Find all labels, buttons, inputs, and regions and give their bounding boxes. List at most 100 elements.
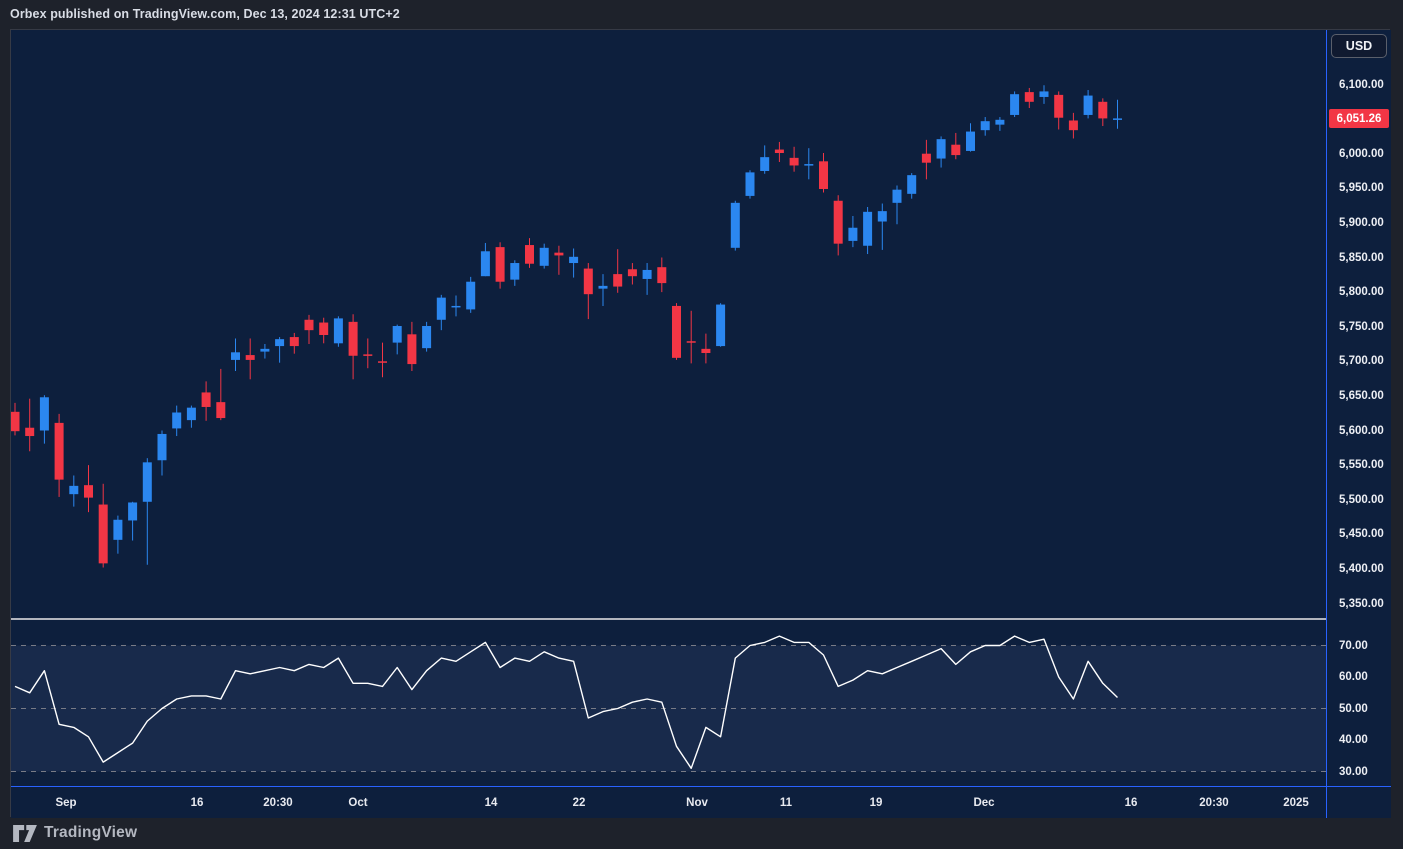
- candle-nov-29: [966, 123, 975, 151]
- candle-sep-24: [275, 337, 284, 363]
- candle-dec-9: [1054, 91, 1063, 129]
- time-axis-label: 14: [485, 797, 498, 809]
- candle-nov-21: [893, 186, 902, 225]
- time-axis-label: Dec: [973, 797, 994, 809]
- time-axis[interactable]: Sep1620:30Oct1422Nov1119Dec1620:302025: [11, 787, 1391, 818]
- candle-nov-14: [819, 153, 828, 192]
- candlestick-pane[interactable]: [11, 30, 1326, 618]
- candle-aug-30: [40, 395, 49, 443]
- time-axis-label: Nov: [686, 797, 708, 809]
- candle-sep-17: [202, 381, 211, 420]
- time-axis-label: 19: [870, 797, 883, 809]
- candle-nov-18: [848, 216, 857, 247]
- candle-nov-7: [746, 170, 755, 198]
- price-axis-label: 5,650.00: [1339, 390, 1384, 402]
- tradingview-logo-icon[interactable]: [13, 825, 37, 842]
- time-axis-label: 16: [191, 797, 204, 809]
- candle-oct-16: [510, 260, 519, 286]
- tradingview-wordmark[interactable]: TradingView: [44, 824, 137, 842]
- chart-widget: USD 6,051.26 6,100.006,000.005,950.005,9…: [10, 29, 1390, 817]
- currency-button[interactable]: USD: [1331, 34, 1387, 58]
- pane-separator-handle[interactable]: [11, 618, 1391, 620]
- rsi-axis-label: 40.00: [1339, 734, 1368, 746]
- candle-aug-29: [25, 399, 34, 452]
- candle-nov-6: [731, 201, 740, 251]
- candle-sep-30: [334, 316, 343, 346]
- candle-aug-28: [11, 403, 20, 436]
- candle-nov-22: [907, 173, 916, 199]
- candle-dec-10: [1069, 113, 1078, 139]
- candle-oct-22: [569, 249, 578, 278]
- footer-bar: TradingView: [0, 817, 1403, 849]
- rsi-pane[interactable]: [11, 620, 1326, 786]
- candle-oct-3: [378, 343, 387, 378]
- price-axis[interactable]: USD 6,051.26 6,100.006,000.005,950.005,9…: [1327, 30, 1391, 786]
- candle-dec-4: [1010, 91, 1019, 117]
- candle-nov-26: [937, 136, 946, 167]
- candle-dec-2: [981, 117, 990, 136]
- candle-sep-12: [158, 431, 167, 476]
- price-axis-label: 5,750.00: [1339, 321, 1384, 333]
- candle-sep-25: [290, 333, 299, 354]
- price-axis-label: 5,700.00: [1339, 355, 1384, 367]
- price-axis-label: 5,800.00: [1339, 286, 1384, 298]
- time-axis-label: 2025: [1283, 797, 1309, 809]
- time-axis-border-line: [11, 786, 1391, 787]
- candle-oct-4: [393, 325, 402, 355]
- candle-nov-27: [951, 133, 960, 159]
- candle-nov-20: [878, 204, 887, 250]
- candle-dec-3: [995, 117, 1004, 131]
- candle-nov-15: [834, 195, 843, 255]
- candle-sep-20: [246, 338, 255, 379]
- price-axis-label: 5,950.00: [1339, 182, 1384, 194]
- candle-dec-12: [1098, 98, 1107, 126]
- candle-sep-10: [128, 502, 137, 541]
- publish-text: Orbex published on TradingView.com, Dec …: [10, 7, 400, 21]
- candle-sep-3: [55, 414, 64, 497]
- candle-oct-18: [540, 244, 549, 269]
- time-axis-label: 20:30: [263, 797, 292, 809]
- candle-sep-11: [143, 458, 152, 565]
- current-price-badge: 6,051.26: [1329, 109, 1389, 128]
- candle-nov-25: [922, 140, 931, 179]
- candle-sep-4: [69, 475, 78, 506]
- candle-nov-5: [716, 303, 725, 347]
- candle-oct-9: [437, 295, 446, 330]
- candle-oct-31: [672, 303, 681, 360]
- candle-oct-28: [628, 263, 637, 284]
- candle-oct-7: [407, 322, 416, 371]
- time-axis-label: 20:30: [1199, 797, 1228, 809]
- candle-oct-10: [452, 296, 461, 317]
- candle-oct-30: [657, 258, 666, 293]
- candle-sep-13: [172, 406, 181, 436]
- candle-oct-21: [554, 246, 563, 275]
- candle-dec-6: [1040, 85, 1049, 104]
- candle-oct-8: [422, 322, 431, 352]
- candle-nov-11: [775, 142, 784, 162]
- candle-sep-18: [216, 369, 225, 420]
- candle-sep-6: [99, 484, 108, 568]
- candle-nov-1: [687, 311, 696, 364]
- time-axis-label: 11: [780, 797, 792, 809]
- price-axis-label: 5,600.00: [1339, 425, 1384, 437]
- candle-sep-26: [305, 315, 314, 344]
- candle-sep-27: [319, 318, 328, 344]
- candle-nov-19: [863, 207, 872, 254]
- price-axis-border-line: [1326, 30, 1327, 818]
- price-axis-label: 5,900.00: [1339, 217, 1384, 229]
- candle-oct-15: [496, 242, 505, 288]
- price-axis-label: 5,350.00: [1339, 598, 1384, 610]
- time-axis-label: 16: [1125, 797, 1138, 809]
- time-axis-label: Sep: [55, 797, 76, 809]
- candle-nov-12: [790, 147, 799, 172]
- publish-banner: Orbex published on TradingView.com, Dec …: [0, 0, 1403, 28]
- rsi-axis-label: 50.00: [1339, 703, 1368, 715]
- candle-sep-5: [84, 465, 93, 512]
- candle-dec-11: [1084, 90, 1093, 118]
- candle-oct-17: [525, 238, 534, 268]
- price-axis-label: 5,850.00: [1339, 252, 1384, 264]
- candle-sep-9: [113, 516, 122, 554]
- candle-oct-14: [481, 243, 490, 276]
- candle-oct-23: [584, 263, 593, 319]
- price-axis-label: 6,000.00: [1339, 148, 1384, 160]
